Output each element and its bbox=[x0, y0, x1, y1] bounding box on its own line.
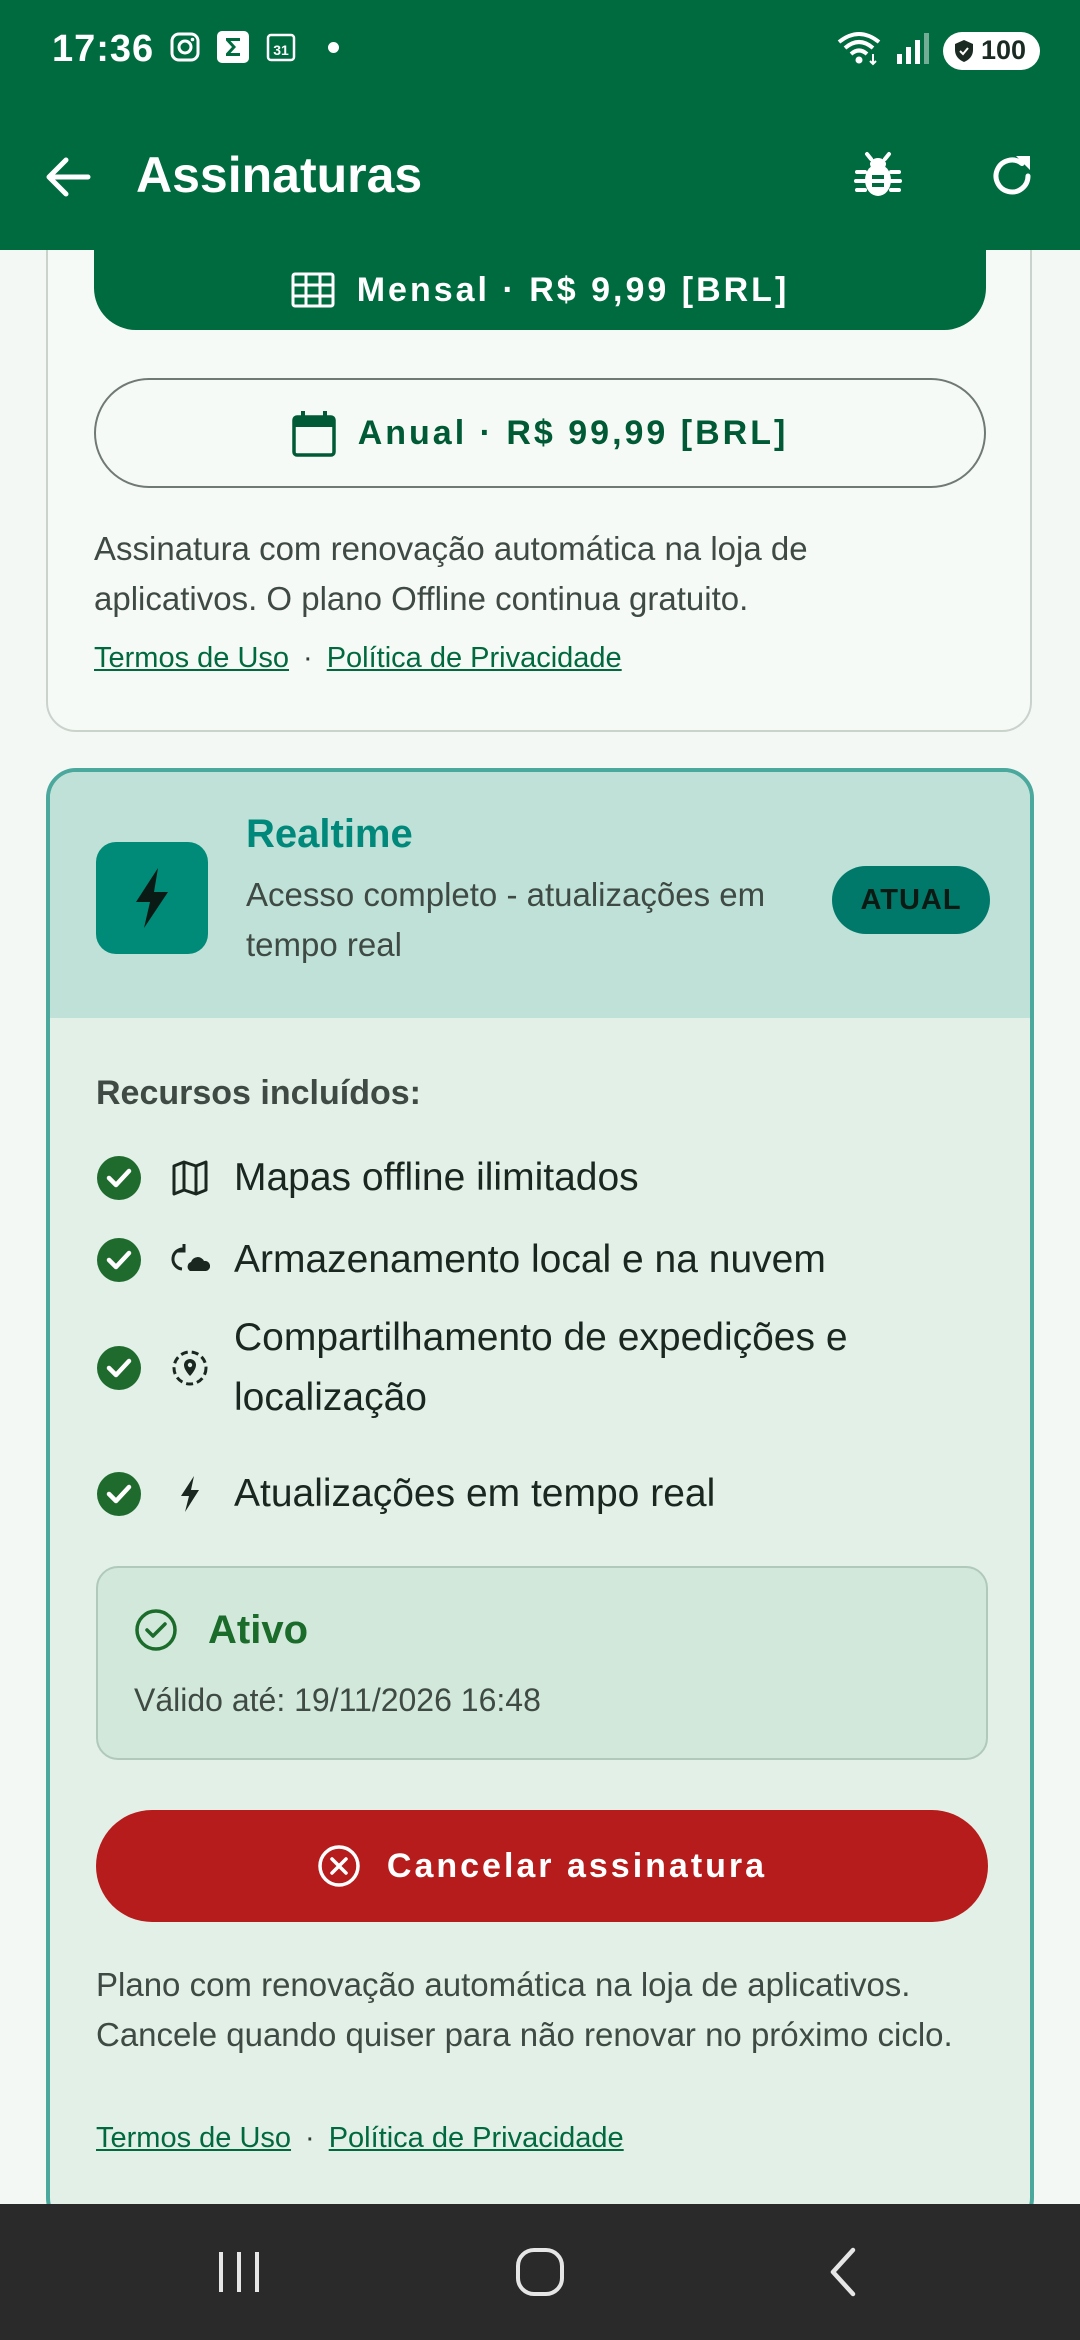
plan-subtitle: Acesso completo - atualizações em tempo … bbox=[246, 876, 766, 963]
feature-item: Compartilhamento de expedições e localiz… bbox=[96, 1308, 934, 1428]
location-share-icon bbox=[170, 1348, 210, 1388]
battery-level: 100 bbox=[980, 35, 1026, 65]
notification-icons: 31 bbox=[168, 30, 339, 64]
system-indicators: 100 bbox=[835, 28, 1040, 73]
refresh-button[interactable] bbox=[980, 144, 1044, 208]
calendar-icon bbox=[291, 411, 336, 457]
feature-text: Mapas offline ilimitados bbox=[234, 1156, 639, 1199]
feature-item: Mapas offline ilimitados bbox=[96, 1148, 639, 1208]
cancel-button-label: Cancelar assinatura bbox=[386, 1846, 768, 1885]
status-time: 17:36 bbox=[52, 28, 155, 70]
monthly-plan-label: Mensal · R$ 9,99 [BRL] bbox=[356, 270, 790, 309]
annual-plan-button[interactable]: Anual · R$ 99,99 [BRL] bbox=[94, 378, 986, 488]
annual-plan-label: Anual · R$ 99,99 [BRL] bbox=[357, 413, 789, 452]
link-separator: · bbox=[305, 2122, 315, 2154]
features-heading: Recursos incluídos: bbox=[96, 1074, 421, 1112]
home-button[interactable] bbox=[505, 2242, 575, 2302]
debug-button[interactable] bbox=[846, 144, 910, 208]
recents-button[interactable] bbox=[204, 2242, 274, 2302]
instagram-icon bbox=[168, 30, 202, 64]
terms-link[interactable]: Termos de Uso bbox=[94, 642, 289, 675]
legal-links: Termos de Uso · Política de Privacidade bbox=[94, 642, 622, 675]
realtime-plan-card: Realtime Acesso completo - atualizações … bbox=[46, 768, 1034, 2204]
bug-icon bbox=[854, 152, 902, 196]
home-icon bbox=[516, 2248, 564, 2296]
monthly-plan-button[interactable]: Mensal · R$ 9,99 [BRL] bbox=[94, 250, 986, 330]
check-circle-icon bbox=[97, 1238, 141, 1282]
map-icon bbox=[170, 1158, 210, 1198]
privacy-link[interactable]: Política de Privacidade bbox=[329, 2122, 624, 2155]
legal-links: Termos de Uso · Política de Privacidade bbox=[96, 2122, 624, 2155]
bolt-icon bbox=[136, 868, 168, 928]
grid-icon bbox=[291, 272, 335, 308]
feature-text: Compartilhamento de expedições e localiz… bbox=[234, 1316, 848, 1419]
system-navigation-bar bbox=[0, 2204, 1080, 2340]
plan-icon bbox=[96, 842, 208, 954]
check-circle-icon bbox=[97, 1156, 141, 1200]
plan-header: Realtime Acesso completo - atualizações … bbox=[50, 772, 1030, 1018]
recents-icon bbox=[219, 2252, 259, 2292]
sigma-app-icon bbox=[216, 30, 250, 64]
subscription-status-box: Ativo Válido até: 19/11/2026 16:48 bbox=[96, 1566, 988, 1760]
subscriptions-list[interactable]: Mensal · R$ 9,99 [BRL] Anual · R$ 99,99 … bbox=[0, 250, 1080, 2204]
cancel-subscription-button[interactable]: Cancelar assinatura bbox=[96, 1810, 988, 1922]
current-plan-badge: ATUAL bbox=[832, 866, 990, 934]
refresh-icon bbox=[993, 156, 1031, 195]
check-circle-outline-icon bbox=[135, 1609, 177, 1651]
privacy-link[interactable]: Política de Privacidade bbox=[327, 642, 622, 675]
link-separator: · bbox=[303, 642, 313, 674]
feature-text: Atualizações em tempo real bbox=[234, 1472, 716, 1515]
signal-icon bbox=[895, 30, 931, 71]
calendar-31-icon: 31 bbox=[264, 30, 298, 64]
wifi-icon bbox=[835, 28, 883, 73]
status-title: Ativo bbox=[208, 1608, 308, 1652]
app-bar: Assinaturas bbox=[0, 100, 1080, 250]
cloud-sync-icon bbox=[170, 1240, 210, 1280]
feature-item: Armazenamento local e na nuvem bbox=[96, 1230, 826, 1290]
back-arrow-icon bbox=[46, 157, 91, 197]
feature-item: Atualizações em tempo real bbox=[96, 1464, 715, 1524]
check-circle-icon bbox=[97, 1346, 141, 1390]
realtime-plan-description: Plano com renovação automática na loja d… bbox=[96, 1966, 953, 2053]
bolt-icon bbox=[170, 1474, 210, 1514]
page-title: Assinaturas bbox=[136, 147, 423, 203]
back-chevron-icon bbox=[830, 2247, 856, 2297]
shield-icon bbox=[954, 39, 973, 62]
more-notifications-dot bbox=[328, 41, 339, 53]
svg-text:31: 31 bbox=[273, 42, 289, 58]
check-circle-icon bbox=[97, 1472, 141, 1516]
back-nav-button[interactable] bbox=[808, 2242, 878, 2302]
cancel-circle-icon bbox=[318, 1845, 360, 1887]
valid-until-text: Válido até: 19/11/2026 16:48 bbox=[134, 1682, 541, 1718]
offline-plan-description: Assinatura com renovação automática na l… bbox=[94, 530, 808, 617]
feature-text: Armazenamento local e na nuvem bbox=[234, 1238, 826, 1281]
status-bar: 17:36 31 100 bbox=[0, 0, 1080, 100]
terms-link[interactable]: Termos de Uso bbox=[96, 2122, 291, 2155]
battery-indicator: 100 bbox=[942, 31, 1040, 70]
back-button[interactable] bbox=[36, 145, 100, 209]
plan-name: Realtime bbox=[246, 812, 413, 856]
